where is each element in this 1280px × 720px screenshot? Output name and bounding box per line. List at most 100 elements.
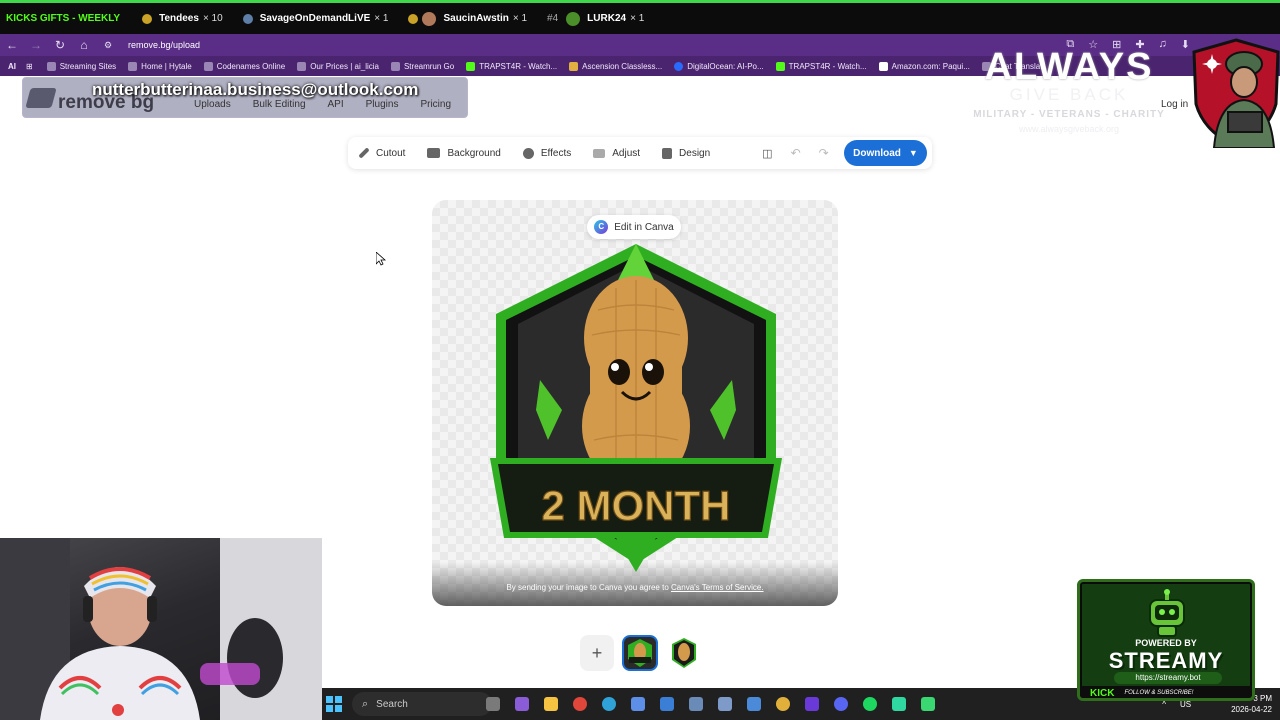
forward-icon[interactable]: → [24, 38, 48, 52]
chrome-icon[interactable] [573, 697, 587, 711]
search-icon: ⌕ [362, 697, 369, 710]
editor-toolbar: Cutout Background Effects Adjust Design … [348, 137, 932, 169]
chevron-down-icon[interactable]: ▼ [909, 148, 918, 158]
ticker-name: Tendees [159, 13, 199, 24]
reload-icon[interactable]: ↻ [48, 38, 72, 52]
download-icon[interactable]: ⬇ [1181, 38, 1190, 51]
app-icon[interactable] [892, 697, 906, 711]
nav-pricing[interactable]: Pricing [420, 99, 451, 110]
adjust-tool[interactable]: Adjust [593, 148, 640, 159]
coin-icon [408, 13, 419, 24]
folder-icon [46, 61, 56, 71]
back-icon[interactable]: ← [0, 38, 24, 52]
streamy-url: https://streamy.bot [1114, 672, 1222, 684]
task-view-icon[interactable] [486, 697, 500, 711]
image-thumbnail-selected[interactable] [622, 635, 658, 671]
streamy-name: STREAMY [1108, 648, 1224, 673]
plus-icon: + [591, 642, 603, 663]
streamy-footer: KICK FOLLOW & SUBSCRIBE! [1080, 686, 1252, 699]
taskbar-search[interactable]: ⌕ Search [352, 692, 492, 716]
discord-icon[interactable] [834, 697, 848, 711]
bookmark-item[interactable]: Ascension Classless... [569, 61, 662, 71]
bookmark-item[interactable]: Streaming Sites [46, 61, 116, 71]
download-button[interactable]: Download ▼ [844, 140, 927, 166]
mouse-cursor-icon [376, 252, 386, 266]
ticker-item: #4 LURK24 × 1 [547, 11, 645, 26]
nav-uploads[interactable]: Uploads [194, 99, 231, 110]
app-icon[interactable] [718, 697, 732, 711]
streamy-powered-by: POWERED BY [1135, 638, 1197, 648]
charity-url: www.alwaysgiveback.org [1018, 124, 1120, 134]
ticker-item: SaucinAwstin × 1 [408, 11, 528, 26]
effects-tool[interactable]: Effects [522, 147, 571, 159]
bookmark-item[interactable]: Amazon.com: Paqui... [878, 61, 970, 71]
nav-bulk-editing[interactable]: Bulk Editing [253, 99, 306, 110]
mail-icon[interactable] [660, 697, 674, 711]
canva-terms-notice: By sending your image to Canva you agree… [506, 583, 764, 592]
bookmark-item[interactable]: DigitalOcean: AI-Po... [674, 61, 764, 71]
ascension-icon [569, 61, 579, 71]
url-field[interactable]: remove.bg/upload [128, 40, 200, 50]
thumbnail-badge-icon [628, 639, 652, 667]
thumbnail-badge-icon [672, 638, 696, 668]
apps-grid-icon[interactable]: ⊞ [26, 62, 33, 71]
coin-icon [142, 13, 153, 24]
add-image-button[interactable]: + [580, 635, 614, 671]
ai-button[interactable]: AI [8, 62, 16, 71]
ticker-name: LURK24 [587, 13, 627, 24]
webcam-feed [0, 538, 322, 720]
nav-api[interactable]: API [328, 99, 344, 110]
ticker-name: SaucinAwstin [443, 13, 509, 24]
ticker-name: SavageOnDemandLiVE [259, 13, 371, 24]
file-explorer-icon[interactable] [544, 697, 558, 711]
spotify-icon[interactable] [863, 697, 877, 711]
nav-plugins[interactable]: Plugins [366, 99, 399, 110]
ticker-mult: × 1 [630, 13, 645, 24]
edit-in-canva-button[interactable]: C Edit in Canva [587, 215, 681, 239]
image-thumbnail[interactable] [666, 635, 702, 671]
design-icon [662, 147, 673, 159]
bookmark-item[interactable]: Streamrun Go [390, 61, 454, 71]
background-tool[interactable]: Background [427, 148, 501, 159]
cutout-tool[interactable]: Cutout [358, 147, 405, 159]
app-icon[interactable] [747, 697, 761, 711]
peanut-left-eye [608, 359, 630, 385]
app-icon[interactable] [689, 697, 703, 711]
home-icon[interactable]: ⌂ [72, 38, 96, 52]
app-icon[interactable] [805, 697, 819, 711]
compare-icon[interactable]: ◫ [762, 147, 772, 160]
windows-start-icon[interactable] [326, 696, 342, 712]
robot-icon [1149, 589, 1185, 637]
redo-icon[interactable]: ↷ [819, 146, 829, 160]
ticker-item: Tendees × 10 [142, 13, 223, 24]
peanut-right-eye [642, 359, 664, 385]
ticker-mult: × 10 [202, 13, 223, 24]
canva-logo-icon: C [594, 220, 609, 234]
peanut-badge-image: 2 MONTH [490, 244, 782, 572]
adjust-icon [593, 148, 606, 158]
bookmark-item[interactable]: Home | Hytale [128, 61, 192, 71]
charity-tagline: MILITARY - VETERANS - CHARITY [973, 109, 1165, 120]
kick-icon [775, 61, 785, 71]
effects-icon [522, 147, 534, 159]
ticker-mult: × 1 [512, 13, 528, 24]
kick-label: KICK [1090, 687, 1115, 699]
streamrun-icon [390, 61, 400, 71]
site-info-icon[interactable]: ⚙ [96, 40, 120, 51]
bookmark-item[interactable]: TRAPST4R - Watch... [775, 61, 867, 71]
hytale-icon [128, 61, 138, 71]
app-icon[interactable] [921, 697, 935, 711]
undo-icon[interactable]: ↶ [791, 146, 801, 160]
chrome-icon[interactable] [776, 697, 790, 711]
canva-terms-link[interactable]: Canva's Terms of Service. [671, 583, 764, 592]
bookmark-item[interactable]: Codenames Online [203, 61, 285, 71]
store-icon[interactable] [631, 697, 645, 711]
widgets-icon[interactable] [515, 697, 529, 711]
site-nav: Uploads Bulk Editing API Plugins Pricing [194, 99, 473, 110]
bookmark-item[interactable]: Our Prices | ai_licia [297, 61, 379, 71]
edge-icon[interactable] [602, 697, 616, 711]
design-tool[interactable]: Design [662, 147, 710, 159]
avatar-icon [422, 11, 437, 26]
soldier-shield-logo [1192, 38, 1280, 148]
bookmark-item[interactable]: TRAPST4R - Watch... [466, 61, 557, 71]
